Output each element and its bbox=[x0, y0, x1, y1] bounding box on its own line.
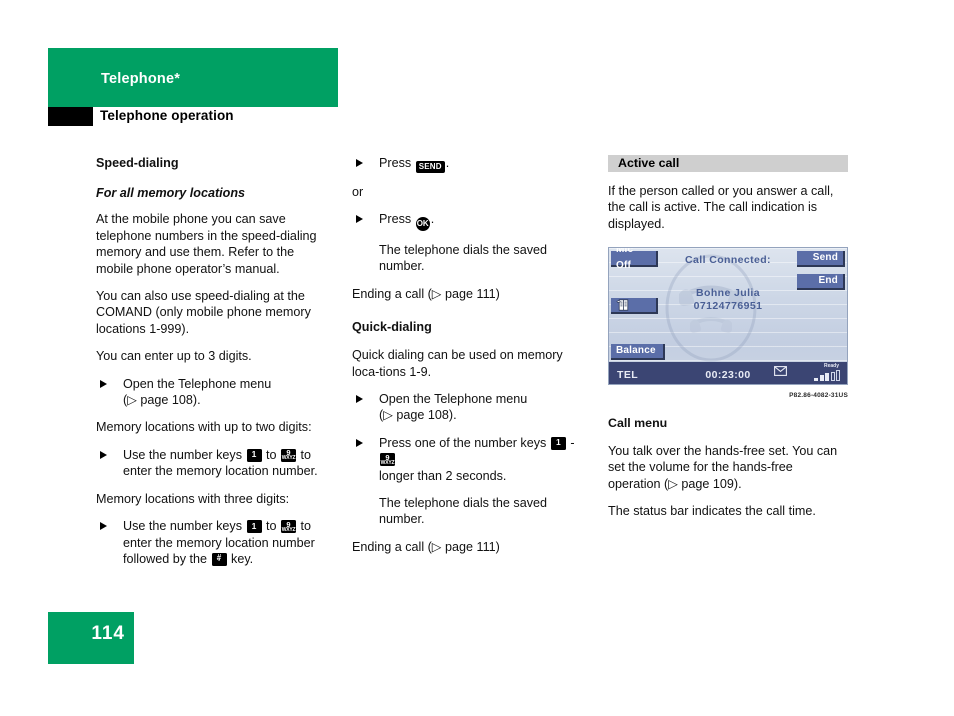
key-hash-icon: # ° bbox=[211, 552, 227, 566]
key-1-icon: 1 bbox=[550, 436, 566, 450]
comand-screen-figure: Call Connected: Bohne Julia 07124776951 … bbox=[608, 247, 848, 386]
list-item-line-1: Open the Telephone menu bbox=[379, 391, 528, 406]
key-9-letters: WXYZ bbox=[281, 455, 296, 462]
subheading-all-memory-locations: For all memory locations bbox=[96, 186, 246, 200]
heading-call-menu: Call menu bbox=[608, 415, 668, 430]
ok-key-icon: OK bbox=[415, 216, 430, 231]
column-middle: Press SEND. or Press OK. The telephone d… bbox=[352, 155, 578, 566]
key-1-digit: 1 bbox=[251, 520, 257, 531]
screen-button-phonebook[interactable] bbox=[611, 298, 658, 315]
or-text: or bbox=[352, 184, 364, 199]
list-item-text-post: . bbox=[445, 156, 450, 170]
list-item-text-pre: Press bbox=[379, 156, 412, 170]
key-1-icon: 1 bbox=[246, 448, 262, 462]
status-call-time: 00:23:00 bbox=[705, 369, 751, 382]
send-key-icon: SEND bbox=[415, 161, 445, 173]
list-item-line-2: enter the memory location number. bbox=[123, 464, 318, 479]
ending-a-call-1: Ending a call (▷ page 111) bbox=[352, 286, 500, 301]
bullet-triangle-icon bbox=[356, 214, 363, 223]
paragraph-right-2: You talk over the hands-free set. You ca… bbox=[608, 444, 838, 491]
column-left: Speed-dialing For all memory locations A… bbox=[96, 155, 320, 578]
list-item-line-2: (▷ page 108). bbox=[379, 408, 457, 423]
key-9-wxyz-icon: 9 WXYZ bbox=[281, 520, 297, 534]
key-hash-sub: ° bbox=[218, 559, 221, 566]
paragraph-left-2: You can also use speed-dialing at the CO… bbox=[96, 289, 311, 336]
key-9-letters: WXYZ bbox=[380, 459, 395, 466]
list-item-text-pre: Use the number keys bbox=[123, 519, 242, 534]
list-item: Open the Telephone menu (▷ page 108). bbox=[352, 391, 578, 424]
screen-status-bar: TEL 00:23:00 Ready bbox=[609, 362, 847, 385]
list-item: Use the number keys 1 to 9 WXYZ to enter… bbox=[96, 447, 320, 480]
key-9-wxyz-icon: 9 WXYZ bbox=[380, 453, 395, 467]
result-text-2: The telephone dials the saved number. bbox=[379, 495, 548, 527]
signal-strength-icon bbox=[814, 370, 840, 382]
manual-page: Telephone* Telephone operation Speed-dia… bbox=[0, 0, 954, 716]
list-item-text-post: . bbox=[430, 211, 435, 226]
paragraph-left-5: Memory locations with three digits: bbox=[96, 491, 290, 506]
section-title: Telephone operation bbox=[100, 108, 234, 123]
key-1-icon: 1 bbox=[246, 520, 262, 534]
result-text-1: The telephone dials the saved number. bbox=[379, 242, 548, 274]
footer-page-tab: 114 bbox=[48, 612, 134, 664]
bullet-triangle-icon bbox=[100, 522, 107, 531]
paragraph-left-3: You can enter up to 3 digits. bbox=[96, 349, 252, 364]
paragraph-left-4: Memory locations with up to two digits: bbox=[96, 420, 312, 435]
screen-button-end[interactable]: End bbox=[797, 274, 845, 291]
paragraph-middle-1: Quick dialing can be used on memory loca… bbox=[352, 348, 563, 379]
heading-quick-dialing: Quick-dialing bbox=[352, 320, 432, 335]
list-item: Press one of the number keys 1 - 9 WXYZ … bbox=[352, 435, 578, 484]
bullet-triangle-icon bbox=[100, 379, 107, 388]
list-item-text-mid: to bbox=[266, 519, 277, 534]
list-item-line-3-pre: followed by the bbox=[123, 551, 208, 566]
phonebook-icon bbox=[616, 299, 629, 311]
column-right: Active call If the person called or you … bbox=[608, 155, 848, 531]
bullet-triangle-icon bbox=[356, 438, 363, 447]
screen-button-send[interactable]: Send bbox=[797, 251, 845, 268]
list-item-line-2: (▷ page 108). bbox=[123, 393, 201, 408]
paragraph-right-3: The status bar indicates the call time. bbox=[608, 504, 816, 519]
box-header-active-call: Active call bbox=[608, 155, 848, 172]
chapter-title: Telephone* bbox=[101, 71, 181, 87]
list-item: Press OK. bbox=[352, 211, 578, 231]
list-item-text-post: to bbox=[300, 447, 312, 462]
list-item-line-3-post: key. bbox=[231, 551, 254, 566]
chapter-header-band bbox=[48, 48, 338, 107]
screen-button-mic-off[interactable]: Mic Off bbox=[611, 248, 658, 271]
envelope-icon bbox=[774, 366, 787, 379]
heading-speed-dialing: Speed-dialing bbox=[96, 156, 179, 170]
bullet-triangle-icon bbox=[356, 394, 363, 403]
status-ready-label: Ready bbox=[823, 363, 839, 370]
figure-code: P82.86-4082-31US bbox=[789, 392, 848, 400]
section-marker bbox=[48, 107, 93, 126]
list-item-line-2: longer than 2 seconds. bbox=[379, 468, 507, 483]
list-item-text-pre: Use the number keys bbox=[123, 447, 242, 462]
page-number: 114 bbox=[91, 623, 125, 644]
list-item-line-2: enter the memory location number bbox=[123, 535, 315, 550]
list-item-text-pre: Press one of the number keys bbox=[379, 435, 547, 450]
key-1-digit: 1 bbox=[555, 437, 561, 448]
bullet-triangle-icon bbox=[100, 450, 107, 459]
paragraph-left-1: At the mobile phone you can save telepho… bbox=[96, 212, 317, 276]
list-item: Open the Telephone menu (▷ page 108). bbox=[96, 376, 320, 409]
list-item: Press SEND. bbox=[352, 155, 578, 173]
list-item-text-mid: - bbox=[570, 435, 575, 450]
key-1-digit: 1 bbox=[251, 449, 257, 460]
screen-button-balance[interactable]: Balance bbox=[611, 344, 665, 361]
list-item-line-1: Open the Telephone menu bbox=[123, 376, 272, 391]
list-item-text-post: to bbox=[300, 519, 312, 534]
key-9-letters: WXYZ bbox=[281, 526, 296, 533]
list-item-text-pre: Press bbox=[379, 211, 412, 226]
list-item-text-mid: to bbox=[266, 447, 277, 462]
ending-a-call-2: Ending a call (▷ page 111) bbox=[352, 539, 500, 554]
list-item: Use the number keys 1 to 9 WXYZ to enter… bbox=[96, 518, 320, 567]
paragraph-right-1: If the person called or you answer a cal… bbox=[608, 184, 834, 231]
bullet-triangle-icon bbox=[356, 159, 363, 167]
key-9-wxyz-icon: 9 WXYZ bbox=[281, 448, 297, 462]
